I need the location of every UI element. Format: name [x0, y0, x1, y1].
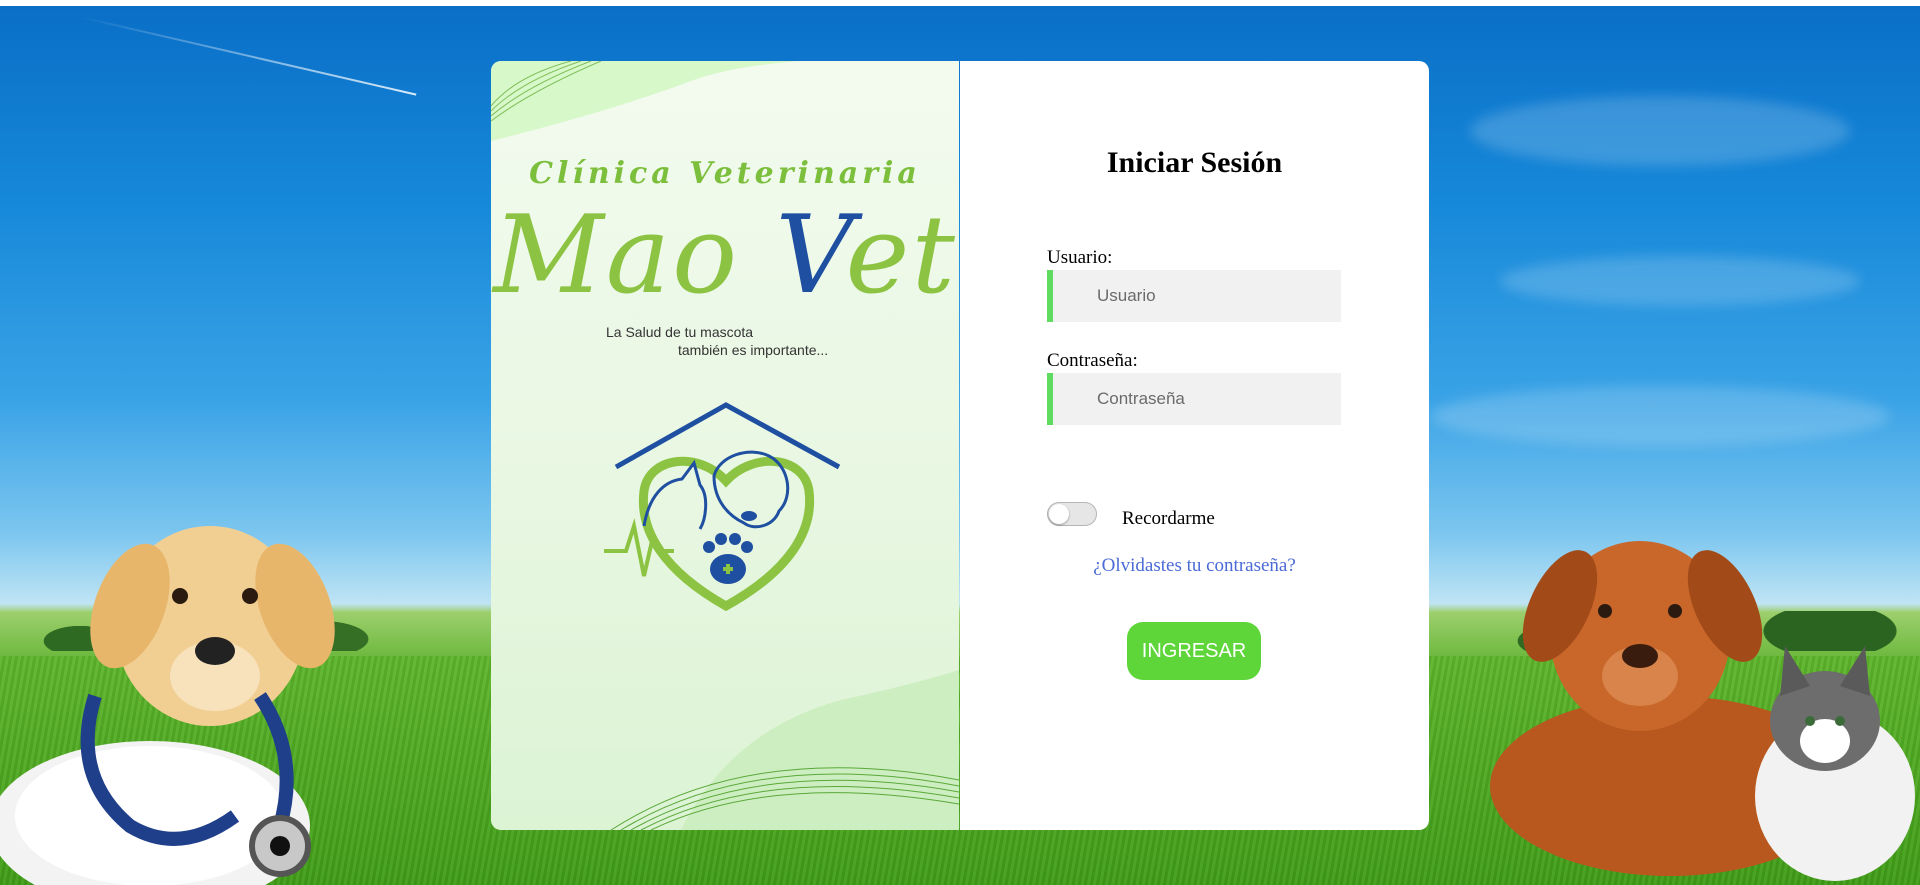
brand-panel: Clínica Veterinaria Mao Vet La Salud de …	[491, 61, 959, 830]
dog-and-cat-image	[1490, 541, 1915, 881]
login-title: Iniciar Sesión	[1106, 146, 1283, 179]
decorative-wave-top	[491, 61, 801, 141]
login-form: Iniciar Sesión Usuario: Contraseña: Reco…	[960, 61, 1429, 830]
puppy-doctor-image	[0, 526, 335, 885]
brand-name: Mao Vet	[491, 196, 959, 316]
user-input[interactable]	[1053, 270, 1341, 322]
tagline-line-1: La Salud de tu mascota	[606, 324, 754, 340]
cloud	[1430, 386, 1890, 446]
brand-name-v: V	[775, 193, 846, 318]
toggle-knob	[1049, 504, 1069, 524]
house-heart-pet-logo-icon	[604, 402, 841, 612]
contrail	[79, 16, 417, 96]
brand-name-part2: et	[845, 193, 957, 318]
decorative-wave-bottom	[610, 670, 959, 830]
password-input[interactable]	[1053, 373, 1341, 425]
login-button[interactable]: INGRESAR	[1127, 622, 1261, 680]
brand-tagline: La Salud de tu mascota también es import…	[606, 323, 866, 359]
password-field-container	[1047, 373, 1341, 425]
remember-label: Recordarme	[1122, 508, 1215, 529]
heartbeat-line-icon	[604, 518, 674, 577]
cloud	[1470, 96, 1850, 166]
forgot-password-link[interactable]: ¿Olvidastes tu contraseña?	[960, 555, 1429, 577]
cloud	[1500, 256, 1860, 306]
brand-subtitle: Clínica Veterinaria	[529, 156, 921, 191]
remember-toggle[interactable]	[1047, 502, 1097, 526]
brand-name-part1: Mao	[493, 193, 776, 318]
user-field-container	[1047, 270, 1341, 322]
password-label: Contraseña:	[1047, 350, 1138, 371]
tagline-line-2: también es importante...	[678, 342, 829, 358]
paw-icon	[703, 533, 753, 584]
user-label: Usuario:	[1047, 247, 1113, 268]
